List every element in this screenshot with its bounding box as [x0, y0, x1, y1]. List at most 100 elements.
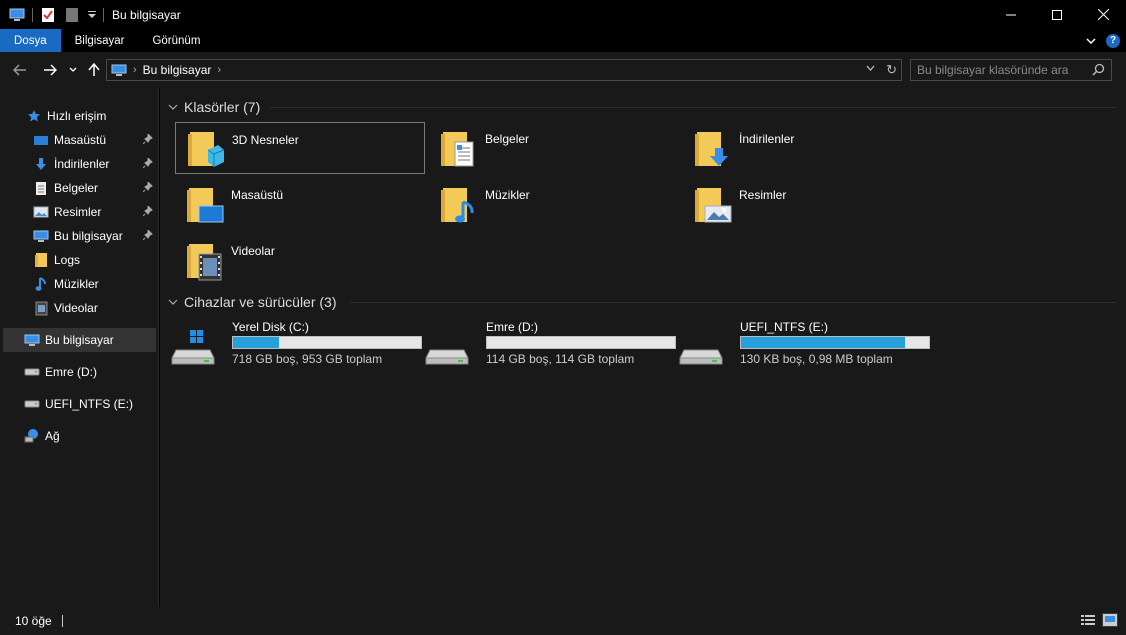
sidebar-item-label: Ağ — [45, 429, 60, 443]
devices-group-header[interactable]: Cihazlar ve sürücüler (3) — [168, 292, 337, 312]
drive-icon — [678, 330, 724, 369]
search-icon[interactable] — [1092, 63, 1105, 79]
refresh-icon[interactable]: ↻ — [886, 62, 897, 78]
drive-icon — [424, 330, 470, 369]
large-icons-view-icon[interactable] — [1102, 613, 1118, 627]
pictures-icon — [33, 204, 49, 220]
minimize-button[interactable] — [988, 0, 1034, 29]
group-title: Cihazlar ve sürücüler (3) — [184, 294, 337, 310]
folder-tile-3d-objects[interactable]: 3D Nesneler — [175, 122, 425, 174]
sidebar-item-documents[interactable]: Belgeler — [33, 176, 157, 200]
drive-usage-bar — [740, 336, 930, 349]
window-title: Bu bilgisayar — [112, 8, 181, 22]
tab-bilgisayar[interactable]: Bilgisayar — [61, 29, 139, 52]
folder-label: 3D Nesneler — [232, 133, 299, 147]
drive-tile-c[interactable]: Yerel Disk (C:) 718 GB boş, 953 GB topla… — [162, 320, 412, 370]
back-button[interactable] — [10, 60, 30, 80]
pin-icon[interactable] — [143, 205, 153, 219]
collapse-chevron-icon[interactable] — [168, 101, 178, 113]
sidebar-item-this-pc-pinned[interactable]: Bu bilgisayar — [33, 224, 157, 248]
collapse-chevron-icon[interactable] — [168, 296, 178, 308]
breadcrumb-chevron-icon[interactable]: › — [133, 64, 137, 76]
address-bar[interactable]: › Bu bilgisayar › ↻ — [106, 59, 902, 81]
maximize-button[interactable] — [1034, 0, 1080, 29]
group-divider — [350, 302, 1116, 303]
folder-label: Videolar — [231, 244, 275, 258]
sidebar-item-network[interactable]: Ağ — [24, 424, 156, 448]
sidebar-item-downloads[interactable]: İndirilenler — [33, 152, 157, 176]
sidebar-item-drive-e[interactable]: UEFI_NTFS (E:) — [24, 392, 156, 416]
sidebar-item-label: Bu bilgisayar — [45, 333, 114, 347]
desktop-icon — [33, 132, 49, 148]
sidebar-item-label: Emre (D:) — [45, 365, 97, 379]
folder-tile-documents[interactable]: Belgeler — [429, 122, 679, 174]
folder-tile-pictures[interactable]: Resimler — [683, 178, 933, 230]
sidebar-item-label: UEFI_NTFS (E:) — [45, 397, 133, 411]
downloads-folder-icon — [693, 126, 733, 170]
sidebar-item-drive-d[interactable]: Emre (D:) — [24, 360, 156, 384]
folders-group-header[interactable]: Klasörler (7) — [168, 97, 260, 117]
videos-folder-icon — [185, 238, 225, 282]
sidebar-item-label: Müzikler — [54, 277, 99, 291]
customize-toolbar-icon[interactable] — [87, 6, 97, 24]
title-bar: Bu bilgisayar — [0, 0, 1126, 29]
breadcrumb-this-pc[interactable]: Bu bilgisayar — [143, 63, 212, 77]
recent-locations-icon[interactable] — [66, 60, 80, 80]
folder-label: Müzikler — [485, 188, 530, 202]
drive-tile-d[interactable]: Emre (D:) 114 GB boş, 114 GB toplam — [416, 320, 666, 370]
drive-icon — [24, 364, 40, 380]
ribbon-tabs: Dosya Bilgisayar Görünüm ? — [0, 29, 1126, 52]
folder-tile-downloads[interactable]: İndirilenler — [683, 122, 933, 174]
pin-icon[interactable] — [143, 157, 153, 171]
folder-tile-music[interactable]: Müzikler — [429, 178, 679, 230]
sidebar-item-music[interactable]: Müzikler — [33, 272, 157, 296]
drive-usage-bar — [232, 336, 422, 349]
pin-icon[interactable] — [143, 181, 153, 195]
drive-usage-fill — [233, 337, 279, 348]
computer-icon — [111, 64, 127, 77]
item-count: 10 öğe — [15, 614, 52, 628]
folder-label: Belgeler — [485, 132, 529, 146]
tab-dosya[interactable]: Dosya — [0, 29, 61, 52]
forward-button[interactable] — [40, 60, 60, 80]
properties-icon[interactable] — [39, 6, 57, 24]
breadcrumb-chevron-icon[interactable]: › — [217, 64, 221, 76]
system-drive-icon — [170, 330, 216, 369]
folder-icon — [33, 252, 49, 268]
video-icon — [33, 300, 49, 316]
view-switcher — [1080, 613, 1118, 627]
pin-icon[interactable] — [143, 229, 153, 243]
tab-gorunum[interactable]: Görünüm — [138, 29, 214, 52]
sidebar-item-label: Masaüstü — [54, 133, 106, 147]
folder-tile-desktop[interactable]: Masaüstü — [175, 178, 425, 230]
quick-access-toolbar: Bu bilgisayar — [0, 0, 181, 29]
sidebar-item-pictures[interactable]: Resimler — [33, 200, 157, 224]
expand-ribbon-icon[interactable] — [1086, 34, 1096, 48]
search-input[interactable] — [911, 63, 1087, 77]
pin-icon[interactable] — [143, 133, 153, 147]
sidebar-item-quick-access[interactable]: Hızlı erişim — [26, 104, 156, 128]
help-button[interactable]: ? — [1106, 34, 1120, 48]
up-button[interactable] — [86, 60, 102, 80]
sidebar-item-videos[interactable]: Videolar — [33, 296, 157, 320]
address-dropdown-icon[interactable] — [866, 63, 875, 74]
document-icon — [33, 180, 49, 196]
folder-label: Resimler — [739, 188, 786, 202]
search-box[interactable] — [910, 59, 1112, 81]
status-separator — [62, 615, 63, 627]
sidebar-item-this-pc[interactable]: Bu bilgisayar — [3, 328, 156, 352]
group-divider — [270, 107, 1116, 108]
details-view-icon[interactable] — [1080, 613, 1096, 627]
sidebar-item-desktop[interactable]: Masaüstü — [33, 128, 157, 152]
new-folder-icon[interactable] — [63, 6, 81, 24]
drive-tile-e[interactable]: UEFI_NTFS (E:) 130 KB boş, 0,98 MB topla… — [670, 320, 920, 370]
drive-name: Yerel Disk (C:) — [232, 320, 309, 334]
computer-icon[interactable] — [8, 6, 26, 24]
folder-tile-videos[interactable]: Videolar — [175, 234, 425, 286]
folder-label: Masaüstü — [231, 188, 283, 202]
sidebar-item-logs[interactable]: Logs — [33, 248, 157, 272]
toolbar-separator — [32, 8, 33, 22]
drive-name: UEFI_NTFS (E:) — [740, 320, 828, 334]
close-button[interactable] — [1080, 0, 1126, 29]
download-icon — [33, 156, 49, 172]
